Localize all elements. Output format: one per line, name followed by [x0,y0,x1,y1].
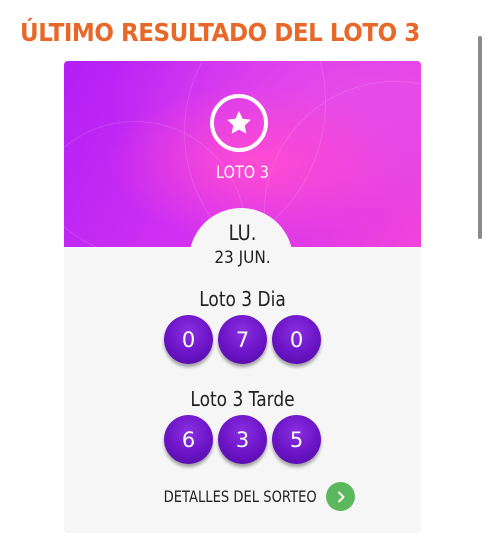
lottery-ball: 5 [272,415,321,464]
page-title: ÚLTIMO RESULTADO DEL LOTO 3 [20,18,420,47]
game-name: LOTO 3 [216,163,269,183]
game-logo [210,94,268,152]
star-icon [227,111,251,134]
lottery-ball: 0 [164,315,213,364]
lottery-ball: 6 [164,415,213,464]
chevron-right-icon[interactable] [326,482,356,511]
lottery-ball: 7 [218,315,267,364]
draw-details-link[interactable]: DETALLES DEL SORTEO [64,482,421,511]
lottery-ball: 0 [272,315,321,364]
lottery-ball: 3 [218,415,267,464]
draw-name-tarde: Loto 3 Tarde [190,387,295,411]
draw-date: 23 JUN. [214,248,271,268]
scrollbar[interactable] [478,36,482,239]
draw-name-dia: Loto 3 Dia [199,287,286,311]
draw-balls-tarde: 6 3 5 [64,415,421,464]
result-card: LOTO 3 LU. 23 JUN. Loto 3 Dia 0 7 0 Loto… [64,61,421,533]
draw-details-label: DETALLES DEL SORTEO [163,487,317,506]
draw-balls-dia: 0 7 0 [64,315,421,364]
page: ÚLTIMO RESULTADO DEL LOTO 3 LOTO 3 LU. 2… [0,0,485,540]
draw-day: LU. [228,221,257,245]
